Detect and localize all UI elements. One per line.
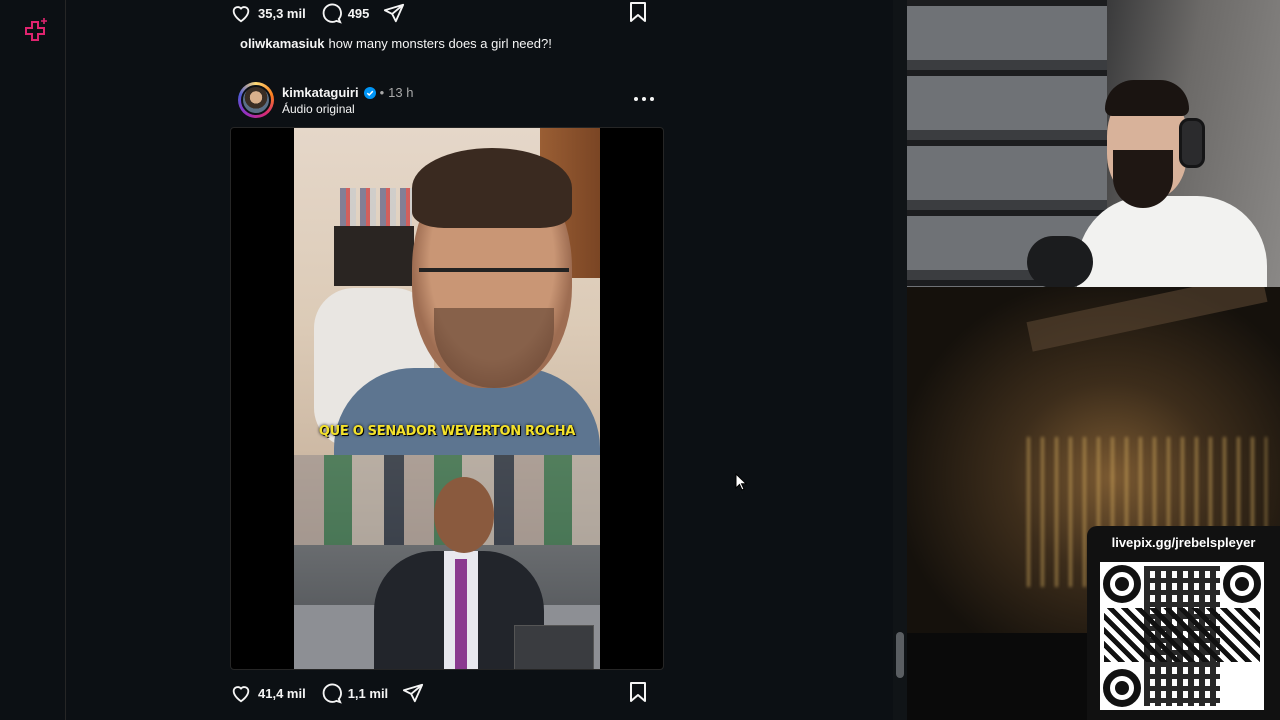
heart-icon bbox=[232, 686, 250, 703]
save-button[interactable] bbox=[628, 681, 648, 708]
video-frame-bottom bbox=[294, 455, 600, 669]
sparkle-cross-icon[interactable] bbox=[22, 16, 50, 44]
prev-like-count: 35,3 mil bbox=[258, 5, 306, 21]
comment-count: 1,1 mil bbox=[347, 685, 389, 701]
more-options-button[interactable] bbox=[634, 92, 654, 106]
comment-button[interactable]: 1,1 mil bbox=[320, 682, 388, 704]
qr-finder-top-right bbox=[1223, 565, 1261, 603]
headphones-icon bbox=[1179, 118, 1205, 168]
prev-share-button[interactable] bbox=[383, 2, 405, 24]
verified-badge-icon bbox=[363, 86, 376, 99]
streamer-webcam bbox=[907, 0, 1280, 287]
overlay-background bbox=[907, 633, 1087, 720]
more-dots-icon bbox=[634, 97, 638, 101]
caption-username[interactable]: oliwkamasiuk bbox=[240, 36, 325, 51]
paper-plane-icon bbox=[403, 683, 424, 703]
separator-dot: • bbox=[379, 85, 385, 100]
left-nav-rail bbox=[0, 0, 66, 720]
livepix-donation-panel: livepix.gg/jrebelspleyer bbox=[1087, 526, 1280, 720]
post-author-line: kimkataguiri • 13 h bbox=[282, 85, 413, 100]
qr-finder-top-left bbox=[1103, 565, 1141, 603]
avatar[interactable] bbox=[238, 82, 274, 118]
video-player[interactable]: QUE O SENADOR WEVERTON ROCHA bbox=[294, 128, 600, 669]
post-username[interactable]: kimkataguiri bbox=[282, 85, 359, 100]
prev-post-actions: 35,3 mil 495 bbox=[230, 0, 664, 26]
comment-bubble-icon bbox=[322, 683, 342, 704]
prev-post-caption: oliwkamasiuk how many monsters does a gir… bbox=[240, 36, 552, 51]
bookmark-icon bbox=[630, 2, 646, 22]
livepix-url: livepix.gg/jrebelspleyer bbox=[1111, 535, 1256, 550]
caption-text: how many monsters does a girl need?! bbox=[328, 36, 552, 51]
heart-icon bbox=[232, 6, 250, 23]
prev-like-button[interactable]: 35,3 mil bbox=[230, 2, 306, 24]
bookmark-icon bbox=[630, 682, 646, 702]
like-count: 41,4 mil bbox=[258, 685, 306, 701]
share-button[interactable] bbox=[402, 682, 424, 704]
prev-comment-count: 495 bbox=[347, 5, 370, 21]
prev-save-button[interactable] bbox=[628, 1, 648, 28]
post-header: kimkataguiri • 13 h Áudio original bbox=[238, 80, 664, 120]
microphone-icon bbox=[1027, 236, 1093, 287]
paper-plane-icon bbox=[384, 3, 405, 23]
post-media[interactable]: QUE O SENADOR WEVERTON ROCHA bbox=[230, 127, 664, 670]
video-frame-top: QUE O SENADOR WEVERTON ROCHA bbox=[294, 128, 600, 458]
comment-bubble-icon bbox=[322, 3, 342, 24]
qr-code bbox=[1100, 562, 1264, 710]
video-subtitle: QUE O SENADOR WEVERTON ROCHA bbox=[318, 424, 576, 439]
mouse-cursor-icon bbox=[735, 473, 747, 491]
post-time[interactable]: 13 h bbox=[388, 85, 413, 100]
feed: 35,3 mil 495 oliwkamasiuk how many monste… bbox=[66, 0, 892, 720]
feed-column: 35,3 mil 495 oliwkamasiuk how many monste… bbox=[230, 0, 664, 720]
scrollbar-thumb[interactable] bbox=[896, 632, 904, 678]
like-button[interactable]: 41,4 mil bbox=[230, 682, 306, 704]
prev-comment-button[interactable]: 495 bbox=[320, 2, 370, 24]
qr-finder-bottom-left bbox=[1103, 669, 1141, 707]
feed-scrollbar[interactable] bbox=[893, 0, 907, 720]
post-actions: 41,4 mil 1,1 mil bbox=[230, 680, 664, 706]
post-audio-label[interactable]: Áudio original bbox=[282, 102, 355, 116]
